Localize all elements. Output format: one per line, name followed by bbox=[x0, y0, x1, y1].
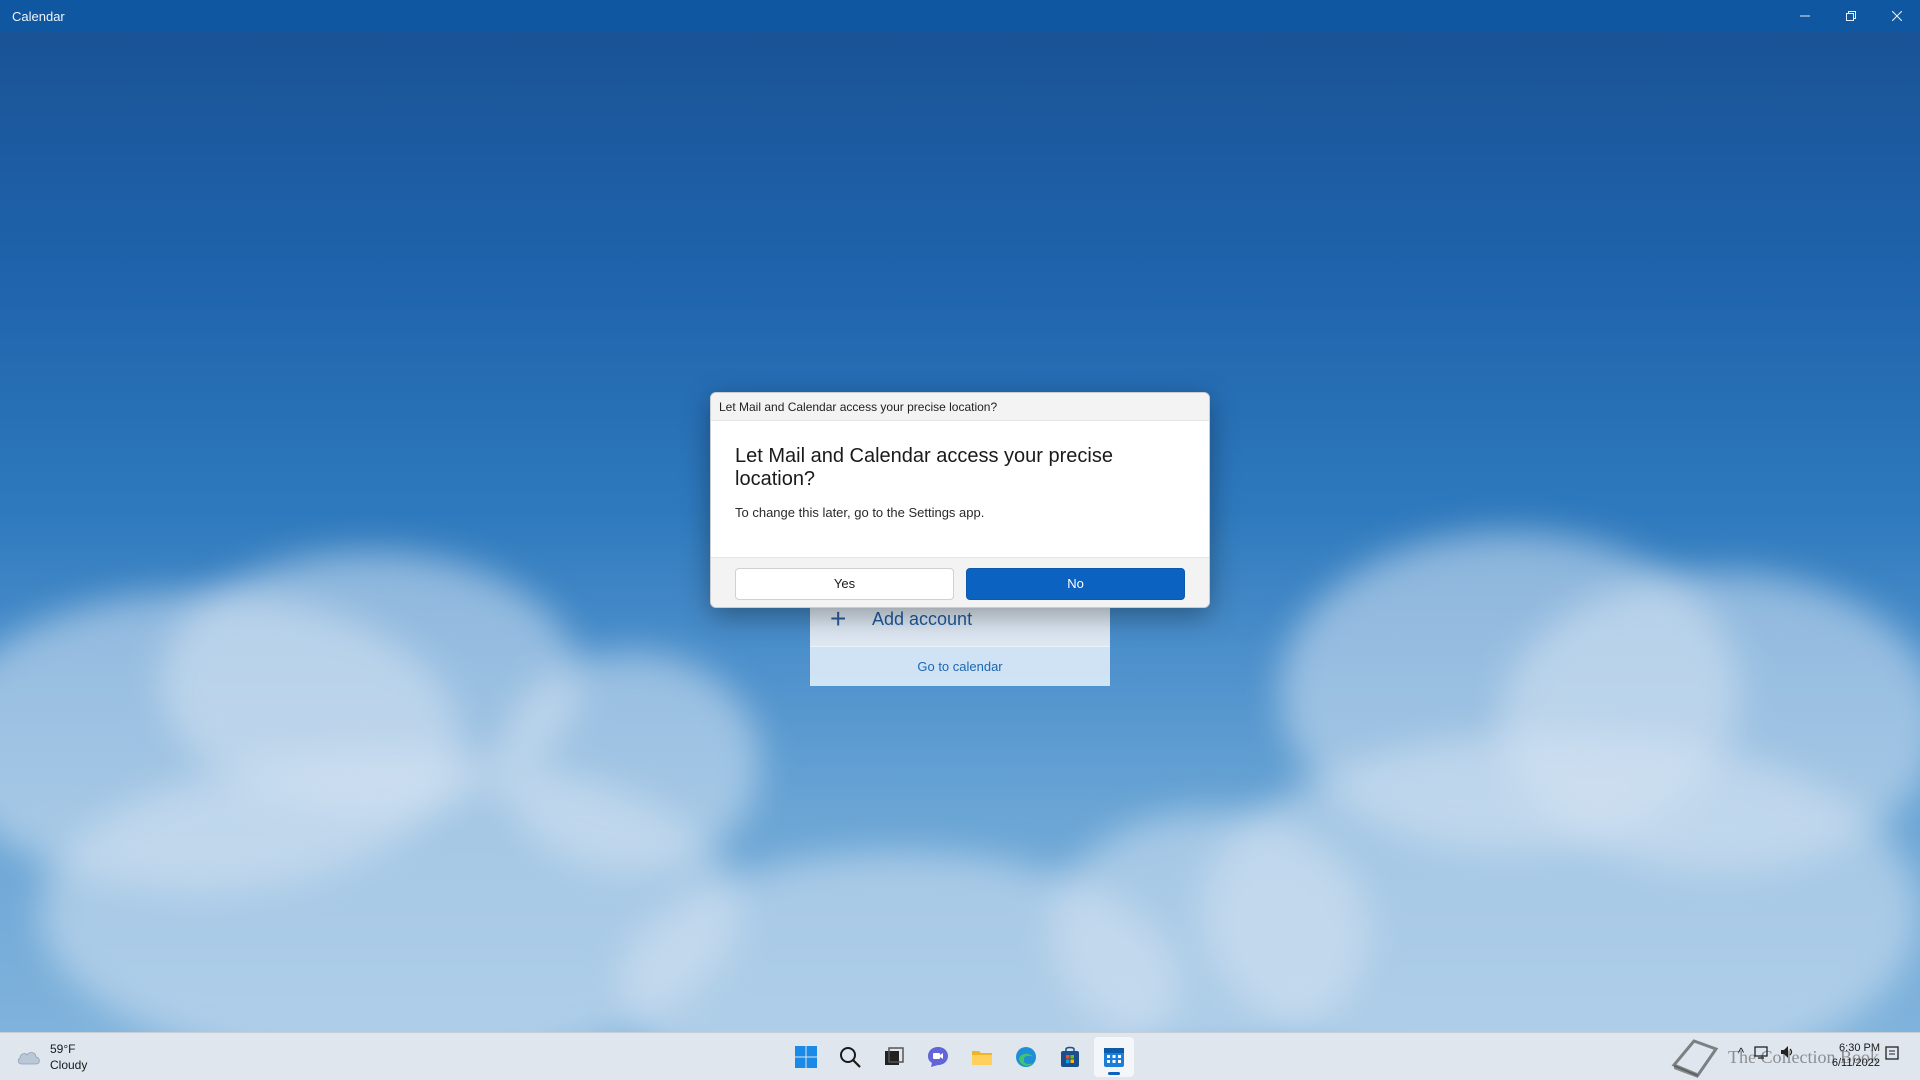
weather-widget[interactable]: 59°F Cloudy bbox=[16, 1041, 87, 1073]
edge-browser-button[interactable] bbox=[1006, 1037, 1046, 1077]
taskbar: 59°F Cloudy The Collection Book ^ 6:30 P… bbox=[0, 1032, 1920, 1080]
microsoft-store-button[interactable] bbox=[1050, 1037, 1090, 1077]
volume-icon[interactable] bbox=[1780, 1045, 1796, 1059]
search-icon bbox=[840, 1047, 861, 1068]
dialog-heading: Let Mail and Calendar access your precis… bbox=[735, 445, 1113, 490]
close-button[interactable] bbox=[1874, 0, 1920, 32]
chat-button[interactable] bbox=[918, 1037, 958, 1077]
window-title: Calendar bbox=[12, 8, 65, 24]
restore-icon bbox=[1846, 11, 1856, 21]
file-explorer-icon bbox=[972, 1051, 992, 1065]
weather-condition: Cloudy bbox=[50, 1058, 88, 1072]
close-icon bbox=[1892, 11, 1902, 21]
no-button[interactable]: No bbox=[966, 567, 1185, 600]
task-view-button[interactable] bbox=[874, 1037, 914, 1077]
minimize-icon bbox=[1800, 15, 1810, 17]
microsoft-store-icon bbox=[1061, 1046, 1079, 1067]
yes-button[interactable]: Yes bbox=[735, 567, 954, 600]
weather-temperature: 59°F bbox=[50, 1042, 76, 1056]
dialog-body: Let Mail and Calendar access your precis… bbox=[711, 421, 1209, 557]
task-view-icon bbox=[885, 1047, 904, 1065]
clock-date: 6/11/2022 bbox=[1831, 1057, 1880, 1069]
chevron-up-icon[interactable]: ^ bbox=[1738, 1045, 1744, 1060]
book-logo-icon bbox=[1671, 1039, 1719, 1078]
minimize-button[interactable] bbox=[1782, 0, 1828, 32]
go-to-calendar-button[interactable]: Go to calendar bbox=[810, 646, 1110, 686]
calendar-app-button[interactable] bbox=[1094, 1037, 1134, 1077]
window-controls bbox=[1782, 0, 1920, 32]
edge-browser-icon bbox=[1016, 1047, 1036, 1067]
clock-time: 6:30 PM bbox=[1839, 1042, 1880, 1054]
plus-icon: + bbox=[830, 603, 847, 634]
dialog-title-bar: Let Mail and Calendar access your precis… bbox=[711, 393, 1209, 421]
search-button[interactable] bbox=[830, 1037, 870, 1077]
network-icon[interactable] bbox=[1754, 1045, 1770, 1059]
windows-start-icon bbox=[795, 1046, 817, 1068]
title-bar[interactable]: Calendar bbox=[0, 0, 1920, 32]
notification-button[interactable] bbox=[1884, 1045, 1900, 1066]
calendar-window: Calendar + Add account Go to calendar Le… bbox=[0, 0, 1920, 1032]
taskbar-apps bbox=[786, 1037, 1134, 1077]
file-explorer-button[interactable] bbox=[962, 1037, 1002, 1077]
restore-button[interactable] bbox=[1828, 0, 1874, 32]
add-account-label: Add account bbox=[872, 608, 973, 629]
dialog-footer: Yes No bbox=[711, 557, 1209, 607]
start-button[interactable] bbox=[786, 1037, 826, 1077]
dialog-subtext: To change this later, go to the Settings… bbox=[735, 505, 985, 520]
location-permission-dialog: Let Mail and Calendar access your precis… bbox=[710, 392, 1210, 608]
taskbar-clock[interactable]: 6:30 PM 6/11/2022 bbox=[1808, 1041, 1880, 1071]
cloud-icon bbox=[17, 1052, 40, 1065]
calendar-app-icon bbox=[1104, 1048, 1124, 1067]
notification-icon bbox=[1885, 1046, 1899, 1060]
system-tray: ^ bbox=[1738, 1045, 1796, 1060]
chat-icon bbox=[928, 1047, 948, 1067]
